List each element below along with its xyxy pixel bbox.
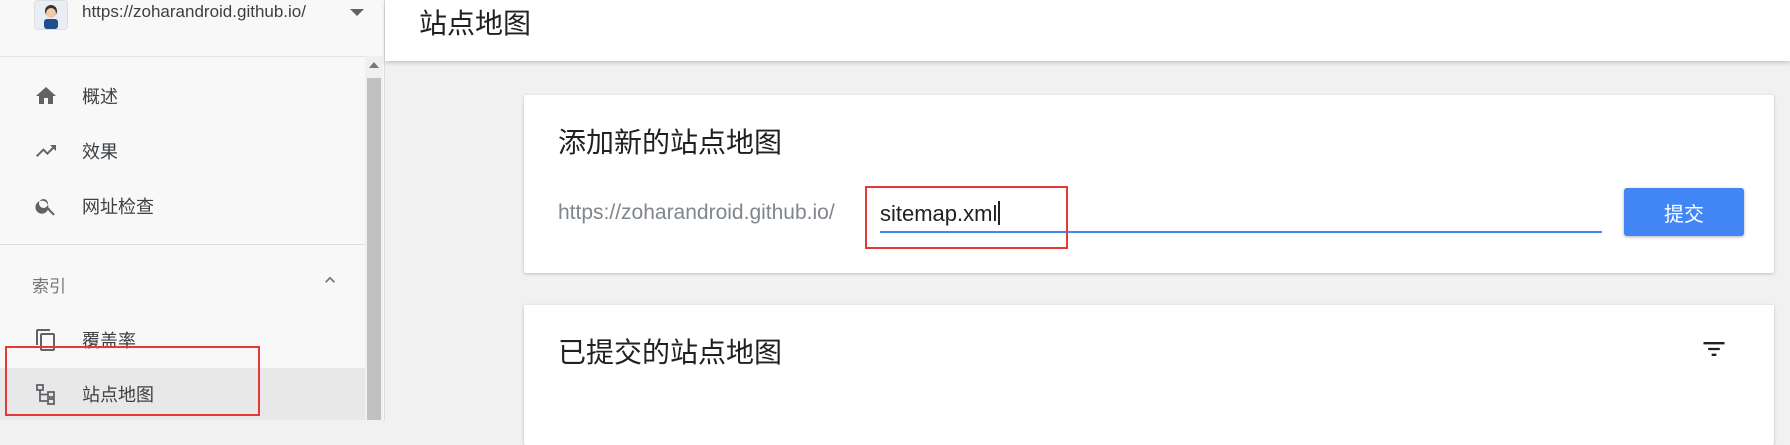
chevron-up-icon[interactable]: [320, 270, 340, 295]
sidebar-item-label: 效果: [82, 142, 118, 162]
divider: [0, 244, 365, 245]
card-title: 已提交的站点地图: [558, 337, 783, 368]
sitemap-url-prefix: https://zoharandroid.github.io/: [558, 201, 835, 224]
submit-button[interactable]: 提交: [1624, 188, 1744, 236]
sidebar-item-overview[interactable]: 概述: [0, 70, 365, 122]
sidebar-scrollbar[interactable]: [365, 56, 383, 420]
avatar: [34, 0, 68, 30]
submitted-sitemaps-card: 已提交的站点地图: [524, 305, 1774, 445]
chevron-down-icon[interactable]: [350, 9, 364, 16]
add-sitemap-card: 添加新的站点地图 https://zoharandroid.github.io/…: [524, 95, 1774, 273]
page-header: 站点地图: [385, 0, 1790, 61]
sidebar-item-url-inspection[interactable]: 网址检查: [0, 180, 365, 232]
card-title: 添加新的站点地图: [558, 127, 783, 158]
scroll-up-arrow-icon[interactable]: [369, 62, 379, 68]
filter-icon[interactable]: [1700, 335, 1728, 368]
page-title: 站点地图: [419, 8, 532, 39]
sidebar-item-label: 网址检查: [82, 197, 154, 217]
scrollbar-thumb[interactable]: [367, 78, 381, 420]
property-selector[interactable]: https://zoharandroid.github.io/: [0, 0, 365, 57]
section-label-index: 索引: [32, 277, 66, 296]
sidebar-item-performance[interactable]: 效果: [0, 125, 365, 177]
highlight-box: [5, 346, 260, 416]
sidebar-item-label: 概述: [82, 87, 118, 107]
property-url: https://zoharandroid.github.io/: [82, 2, 306, 21]
home-icon: [32, 82, 60, 110]
highlight-box: [865, 186, 1068, 249]
search-icon: [32, 192, 60, 220]
trending-up-icon: [32, 137, 60, 165]
